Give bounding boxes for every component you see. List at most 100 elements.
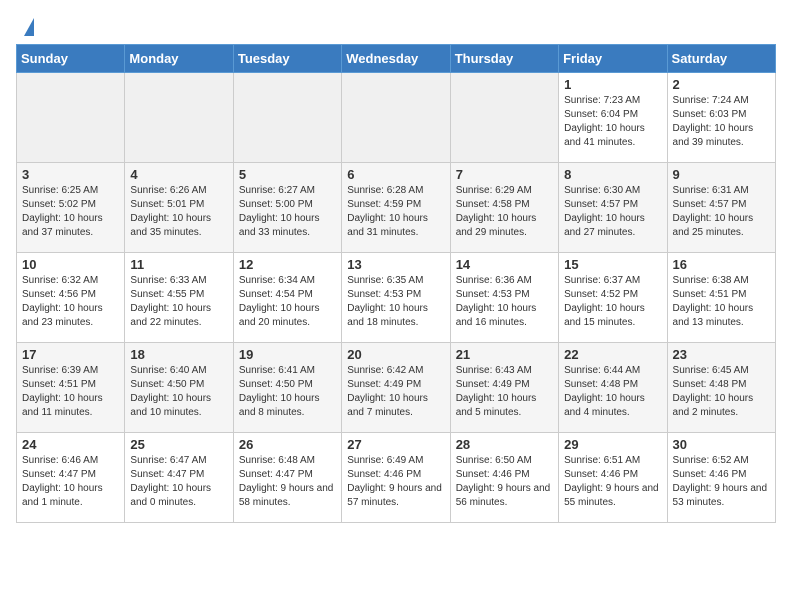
day-number: 30 xyxy=(673,437,770,452)
day-info: Sunrise: 6:46 AM Sunset: 4:47 PM Dayligh… xyxy=(22,454,119,510)
day-number: 24 xyxy=(22,437,119,452)
day-info: Sunrise: 6:32 AM Sunset: 4:56 PM Dayligh… xyxy=(22,274,119,330)
day-info: Sunrise: 6:36 AM Sunset: 4:53 PM Dayligh… xyxy=(456,274,553,330)
day-info: Sunrise: 6:27 AM Sunset: 5:00 PM Dayligh… xyxy=(239,184,336,240)
weekday-row: SundayMondayTuesdayWednesdayThursdayFrid… xyxy=(17,45,776,73)
day-info: Sunrise: 6:33 AM Sunset: 4:55 PM Dayligh… xyxy=(130,274,227,330)
day-number: 23 xyxy=(673,347,770,362)
day-number: 3 xyxy=(22,167,119,182)
day-info: Sunrise: 6:39 AM Sunset: 4:51 PM Dayligh… xyxy=(22,364,119,420)
calendar-cell: 19 Sunrise: 6:41 AM Sunset: 4:50 PM Dayli… xyxy=(233,343,341,433)
calendar-cell: 26 Sunrise: 6:48 AM Sunset: 4:47 PM Dayli… xyxy=(233,433,341,523)
calendar-body: 1Sunrise: 7:23 AM Sunset: 6:04 PM Daylig… xyxy=(17,73,776,523)
weekday-header: Saturday xyxy=(667,45,775,73)
logo xyxy=(20,16,34,36)
day-number: 2 xyxy=(673,77,770,92)
calendar-cell: 6 Sunrise: 6:28 AM Sunset: 4:59 PM Daylig… xyxy=(342,163,450,253)
day-info: Sunrise: 6:35 AM Sunset: 4:53 PM Dayligh… xyxy=(347,274,444,330)
calendar-cell: 23 Sunrise: 6:45 AM Sunset: 4:48 PM Dayli… xyxy=(667,343,775,433)
day-info: Sunrise: 6:42 AM Sunset: 4:49 PM Dayligh… xyxy=(347,364,444,420)
day-number: 29 xyxy=(564,437,661,452)
day-number: 8 xyxy=(564,167,661,182)
calendar-cell xyxy=(450,73,558,163)
calendar-cell: 18Sunrise: 6:40 AM Sunset: 4:50 PM Dayli… xyxy=(125,343,233,433)
day-number: 25 xyxy=(130,437,227,452)
calendar-cell xyxy=(17,73,125,163)
day-number: 14 xyxy=(456,257,553,272)
calendar-cell: 28Sunrise: 6:50 AM Sunset: 4:46 PM Dayli… xyxy=(450,433,558,523)
page-header xyxy=(0,0,792,44)
day-info: Sunrise: 6:49 AM Sunset: 4:46 PM Dayligh… xyxy=(347,454,444,510)
calendar-cell: 25 Sunrise: 6:47 AM Sunset: 4:47 PM Dayli… xyxy=(125,433,233,523)
calendar-cell: 17 Sunrise: 6:39 AM Sunset: 4:51 PM Dayli… xyxy=(17,343,125,433)
calendar-cell: 27 Sunrise: 6:49 AM Sunset: 4:46 PM Dayli… xyxy=(342,433,450,523)
calendar-week-row: 1Sunrise: 7:23 AM Sunset: 6:04 PM Daylig… xyxy=(17,73,776,163)
day-number: 7 xyxy=(456,167,553,182)
calendar-cell: 5 Sunrise: 6:27 AM Sunset: 5:00 PM Daylig… xyxy=(233,163,341,253)
calendar-cell: 11 Sunrise: 6:33 AM Sunset: 4:55 PM Dayli… xyxy=(125,253,233,343)
calendar-cell: 12 Sunrise: 6:34 AM Sunset: 4:54 PM Dayli… xyxy=(233,253,341,343)
day-info: Sunrise: 6:43 AM Sunset: 4:49 PM Dayligh… xyxy=(456,364,553,420)
weekday-header: Thursday xyxy=(450,45,558,73)
day-info: Sunrise: 6:41 AM Sunset: 4:50 PM Dayligh… xyxy=(239,364,336,420)
logo-icon xyxy=(24,18,34,36)
calendar-cell: 3Sunrise: 6:25 AM Sunset: 5:02 PM Daylig… xyxy=(17,163,125,253)
calendar-cell xyxy=(342,73,450,163)
day-info: Sunrise: 6:45 AM Sunset: 4:48 PM Dayligh… xyxy=(673,364,770,420)
day-info: Sunrise: 6:26 AM Sunset: 5:01 PM Dayligh… xyxy=(130,184,227,240)
day-number: 15 xyxy=(564,257,661,272)
day-number: 9 xyxy=(673,167,770,182)
calendar-cell: 30 Sunrise: 6:52 AM Sunset: 4:46 PM Dayli… xyxy=(667,433,775,523)
day-number: 18 xyxy=(130,347,227,362)
day-number: 5 xyxy=(239,167,336,182)
calendar-cell: 21 Sunrise: 6:43 AM Sunset: 4:49 PM Dayli… xyxy=(450,343,558,433)
day-number: 4 xyxy=(130,167,227,182)
calendar-week-row: 24 Sunrise: 6:46 AM Sunset: 4:47 PM Dayli… xyxy=(17,433,776,523)
day-info: Sunrise: 6:50 AM Sunset: 4:46 PM Dayligh… xyxy=(456,454,553,510)
calendar-cell xyxy=(125,73,233,163)
day-number: 19 xyxy=(239,347,336,362)
calendar-cell: 22 Sunrise: 6:44 AM Sunset: 4:48 PM Dayli… xyxy=(559,343,667,433)
calendar-table: SundayMondayTuesdayWednesdayThursdayFrid… xyxy=(16,44,776,523)
calendar-week-row: 3Sunrise: 6:25 AM Sunset: 5:02 PM Daylig… xyxy=(17,163,776,253)
day-number: 11 xyxy=(130,257,227,272)
weekday-header: Tuesday xyxy=(233,45,341,73)
day-info: Sunrise: 6:47 AM Sunset: 4:47 PM Dayligh… xyxy=(130,454,227,510)
day-info: Sunrise: 6:28 AM Sunset: 4:59 PM Dayligh… xyxy=(347,184,444,240)
day-info: Sunrise: 6:52 AM Sunset: 4:46 PM Dayligh… xyxy=(673,454,770,510)
day-info: Sunrise: 6:29 AM Sunset: 4:58 PM Dayligh… xyxy=(456,184,553,240)
calendar-cell: 15Sunrise: 6:37 AM Sunset: 4:52 PM Dayli… xyxy=(559,253,667,343)
day-info: Sunrise: 6:38 AM Sunset: 4:51 PM Dayligh… xyxy=(673,274,770,330)
calendar-header: SundayMondayTuesdayWednesdayThursdayFrid… xyxy=(17,45,776,73)
day-number: 13 xyxy=(347,257,444,272)
day-number: 26 xyxy=(239,437,336,452)
weekday-header: Friday xyxy=(559,45,667,73)
day-number: 27 xyxy=(347,437,444,452)
day-number: 17 xyxy=(22,347,119,362)
calendar-week-row: 17 Sunrise: 6:39 AM Sunset: 4:51 PM Dayli… xyxy=(17,343,776,433)
day-info: Sunrise: 7:23 AM Sunset: 6:04 PM Dayligh… xyxy=(564,94,661,150)
calendar-cell: 1Sunrise: 7:23 AM Sunset: 6:04 PM Daylig… xyxy=(559,73,667,163)
day-info: Sunrise: 6:44 AM Sunset: 4:48 PM Dayligh… xyxy=(564,364,661,420)
day-info: Sunrise: 6:34 AM Sunset: 4:54 PM Dayligh… xyxy=(239,274,336,330)
day-info: Sunrise: 7:24 AM Sunset: 6:03 PM Dayligh… xyxy=(673,94,770,150)
calendar-cell: 9Sunrise: 6:31 AM Sunset: 4:57 PM Daylig… xyxy=(667,163,775,253)
calendar-cell: 2 Sunrise: 7:24 AM Sunset: 6:03 PM Daylig… xyxy=(667,73,775,163)
day-number: 21 xyxy=(456,347,553,362)
day-number: 6 xyxy=(347,167,444,182)
weekday-header: Monday xyxy=(125,45,233,73)
day-number: 20 xyxy=(347,347,444,362)
calendar-cell: 10Sunrise: 6:32 AM Sunset: 4:56 PM Dayli… xyxy=(17,253,125,343)
day-info: Sunrise: 6:51 AM Sunset: 4:46 PM Dayligh… xyxy=(564,454,661,510)
day-info: Sunrise: 6:48 AM Sunset: 4:47 PM Dayligh… xyxy=(239,454,336,510)
calendar-cell: 20 Sunrise: 6:42 AM Sunset: 4:49 PM Dayli… xyxy=(342,343,450,433)
weekday-header: Wednesday xyxy=(342,45,450,73)
calendar-cell: 14 Sunrise: 6:36 AM Sunset: 4:53 PM Dayli… xyxy=(450,253,558,343)
calendar-cell: 4 Sunrise: 6:26 AM Sunset: 5:01 PM Daylig… xyxy=(125,163,233,253)
calendar-cell: 7 Sunrise: 6:29 AM Sunset: 4:58 PM Daylig… xyxy=(450,163,558,253)
calendar-week-row: 10Sunrise: 6:32 AM Sunset: 4:56 PM Dayli… xyxy=(17,253,776,343)
day-number: 22 xyxy=(564,347,661,362)
calendar-cell: 29 Sunrise: 6:51 AM Sunset: 4:46 PM Dayli… xyxy=(559,433,667,523)
calendar-cell: 24 Sunrise: 6:46 AM Sunset: 4:47 PM Dayli… xyxy=(17,433,125,523)
day-number: 12 xyxy=(239,257,336,272)
